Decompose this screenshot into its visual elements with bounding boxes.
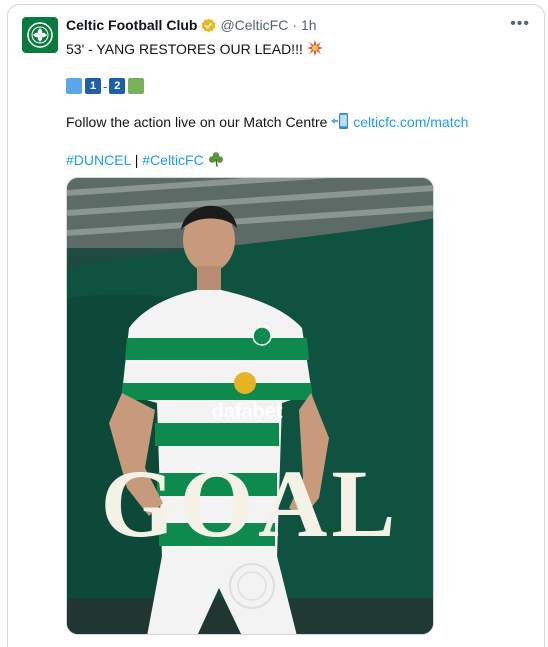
tweet-headline: 53' - YANG RESTORES OUR LEAD!!! xyxy=(66,40,323,60)
blue-square-icon xyxy=(66,78,82,94)
goal-overlay-text: GOAL xyxy=(100,450,400,557)
match-centre-link[interactable]: celticfc.com/match xyxy=(353,114,468,130)
hashtag-separator: | xyxy=(134,152,139,168)
score-home: 1 xyxy=(85,78,101,94)
celtic-crest-icon[interactable] xyxy=(22,17,58,53)
hashtag-duncel[interactable]: #DUNCEL xyxy=(66,152,131,168)
follow-text: Follow the action live on our Match Cent… xyxy=(66,114,328,130)
score-away: 2 xyxy=(109,78,126,94)
timestamp[interactable]: 1h xyxy=(301,17,317,33)
hashtag-celticfc[interactable]: #CelticFC xyxy=(142,152,203,168)
sponsor-text: dafabet xyxy=(211,401,282,423)
follow-line: Follow the action live on our Match Cent… xyxy=(66,113,468,133)
handle[interactable]: @CelticFC xyxy=(220,17,288,33)
green-square-icon xyxy=(128,78,145,94)
tweet-media-image[interactable]: dafabet GOAL xyxy=(66,177,434,635)
score-dash: - xyxy=(103,78,108,94)
more-icon[interactable]: ••• xyxy=(510,15,530,33)
shamrock-icon xyxy=(208,151,224,171)
tweet-card[interactable]: Celtic Football Club @CelticFC · 1h ••• … xyxy=(7,4,545,647)
separator: · xyxy=(292,17,298,33)
headline-text: 53' - YANG RESTORES OUR LEAD!!! xyxy=(66,41,303,57)
tweet-header: Celtic Football Club @CelticFC · 1h xyxy=(66,17,317,33)
mobile-phone-icon xyxy=(331,113,349,133)
score-line: 1 - 2 xyxy=(66,78,145,94)
goal-photo-illustration: dafabet xyxy=(67,178,433,634)
explosion-icon xyxy=(306,40,323,60)
hashtags: #DUNCEL | #CelticFC xyxy=(66,151,224,171)
display-name[interactable]: Celtic Football Club xyxy=(66,17,197,33)
verified-badge-icon xyxy=(201,17,216,33)
